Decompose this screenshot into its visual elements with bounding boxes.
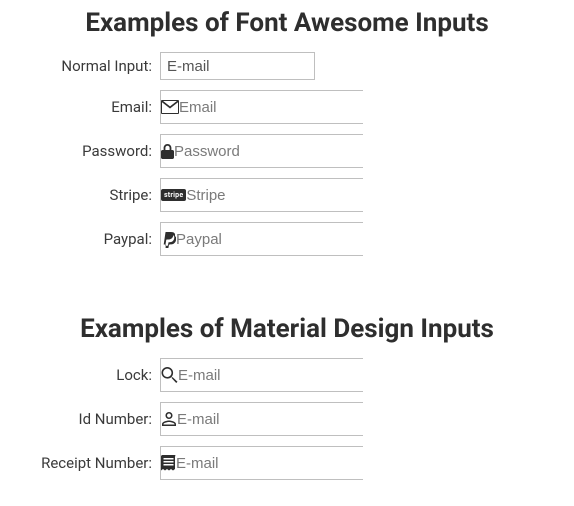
paypal-field-wrap xyxy=(160,222,363,256)
row-normal-input: Normal Input: xyxy=(10,52,564,80)
label-stripe: Stripe: xyxy=(10,186,160,204)
email-input[interactable] xyxy=(179,91,378,123)
receipt-icon xyxy=(161,455,176,472)
row-id-number: Id Number: xyxy=(10,402,564,436)
id-number-field-wrap xyxy=(160,402,363,436)
stripe-field-wrap: stripe xyxy=(160,178,363,212)
label-id-number: Id Number: xyxy=(10,410,160,428)
stripe-input[interactable] xyxy=(186,179,385,211)
label-password: Password: xyxy=(10,142,160,160)
password-field-wrap xyxy=(160,134,363,168)
label-receipt: Receipt Number: xyxy=(10,454,160,472)
password-input[interactable] xyxy=(174,135,373,167)
paypal-input[interactable] xyxy=(176,223,375,255)
lock-icon xyxy=(161,144,174,159)
search-icon xyxy=(161,367,178,384)
lock-field-wrap xyxy=(160,358,363,392)
section-heading-md: Examples of Material Design Inputs xyxy=(10,314,564,344)
row-email: Email: xyxy=(10,90,564,124)
envelope-icon xyxy=(161,100,179,114)
receipt-input[interactable] xyxy=(176,447,375,479)
id-number-input[interactable] xyxy=(177,403,376,435)
label-email: Email: xyxy=(10,98,160,116)
email-field-wrap xyxy=(160,90,363,124)
stripe-icon: stripe xyxy=(161,189,186,201)
person-icon xyxy=(161,411,177,427)
row-paypal: Paypal: xyxy=(10,222,564,256)
lock-input[interactable] xyxy=(178,359,377,391)
normal-input[interactable] xyxy=(160,52,315,80)
row-lock: Lock: xyxy=(10,358,564,392)
row-receipt: Receipt Number: xyxy=(10,446,564,480)
row-password: Password: xyxy=(10,134,564,168)
receipt-field-wrap xyxy=(160,446,363,480)
row-stripe: Stripe: stripe xyxy=(10,178,564,212)
label-lock: Lock: xyxy=(10,366,160,384)
paypal-icon xyxy=(161,231,176,248)
section-heading-fa: Examples of Font Awesome Inputs xyxy=(10,8,564,38)
label-normal-input: Normal Input: xyxy=(10,57,160,75)
label-paypal: Paypal: xyxy=(10,230,160,248)
